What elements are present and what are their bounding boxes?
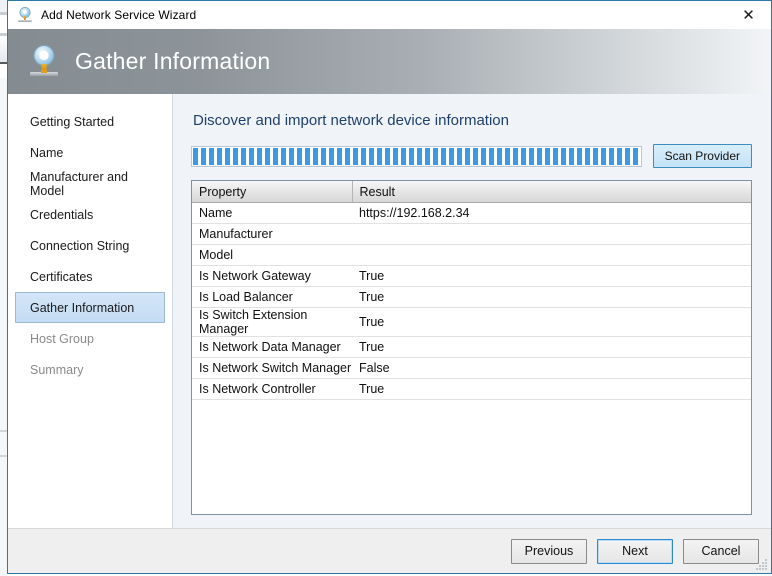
cancel-button[interactable]: Cancel: [683, 538, 759, 564]
sidebar-item-label: Gather Information: [30, 300, 135, 315]
scan-provider-button[interactable]: Scan Provider: [652, 144, 752, 168]
table-empty-area: [192, 400, 751, 514]
network-service-icon: [17, 7, 33, 23]
sidebar-item-name[interactable]: Name: [15, 137, 165, 168]
next-button[interactable]: Next: [597, 538, 673, 564]
sidebar-item-summary: Summary: [15, 354, 165, 385]
sidebar-item-host-group: Host Group: [15, 323, 165, 354]
results-grid-body: Name https://192.168.2.34 Manufacturer M…: [192, 202, 751, 400]
table-row[interactable]: Manufacturer: [192, 223, 751, 245]
sidebar-item-label: Certificates: [30, 269, 93, 284]
wizard-header-banner: Gather Information: [8, 29, 771, 94]
column-header-result[interactable]: Result: [352, 181, 751, 203]
previous-button[interactable]: Previous: [511, 538, 587, 564]
background-strip: [0, 36, 7, 62]
cell-property: Manufacturer: [192, 223, 352, 245]
cell-result: [352, 244, 751, 266]
sidebar-item-certificates[interactable]: Certificates: [15, 261, 165, 292]
cell-property: Name: [192, 202, 352, 224]
background-window: [0, 0, 7, 576]
scan-progress-bar: [191, 145, 642, 167]
sidebar-item-label: Summary: [30, 362, 84, 377]
sidebar-item-label: Connection String: [30, 238, 130, 253]
cell-property: Is Network Controller: [192, 378, 352, 400]
resize-grip-icon[interactable]: [756, 559, 768, 571]
page-title: Gather Information: [75, 48, 271, 74]
table-row[interactable]: Name https://192.168.2.34: [192, 202, 751, 224]
discovery-results-table: Property Result Name https://192.168.2.3…: [191, 180, 752, 515]
sidebar-item-label: Host Group: [30, 331, 94, 346]
background-strip: [0, 455, 7, 457]
table-row[interactable]: Is Load Balancer True: [192, 286, 751, 308]
table-row[interactable]: Is Network Gateway True: [192, 265, 751, 287]
cell-property: Is Network Gateway: [192, 265, 352, 287]
wizard-steps-sidebar: Getting Started Name Manufacturer and Mo…: [8, 94, 173, 528]
table-row[interactable]: Model: [192, 244, 751, 266]
background-strip: [0, 15, 7, 33]
wizard-body: Getting Started Name Manufacturer and Mo…: [8, 94, 771, 528]
background-strip: [0, 430, 7, 432]
sidebar-item-gather-information[interactable]: Gather Information: [15, 292, 165, 323]
column-header-property[interactable]: Property: [192, 181, 353, 203]
sidebar-item-getting-started[interactable]: Getting Started: [15, 106, 165, 137]
network-service-icon: [27, 45, 61, 79]
window-title: Add Network Service Wizard: [41, 8, 197, 22]
cell-result: True: [352, 307, 751, 337]
background-strip: [0, 78, 7, 576]
table-header-row: Property Result: [192, 181, 751, 203]
cell-property: Is Network Switch Manager: [192, 357, 352, 379]
sidebar-item-label: Credentials: [30, 207, 94, 222]
wizard-footer: Previous Next Cancel: [8, 528, 771, 573]
sidebar-item-label: Name: [30, 145, 64, 160]
sidebar-item-manufacturer-and-model[interactable]: Manufacturer and Model: [15, 168, 165, 199]
cell-property: Is Load Balancer: [192, 286, 352, 308]
close-icon[interactable]: ✕: [726, 1, 771, 29]
cell-property: Is Switch Extension Manager: [192, 307, 352, 337]
cell-result: False: [352, 357, 751, 379]
cell-result: True: [352, 265, 751, 287]
title-bar: Add Network Service Wizard ✕: [8, 1, 771, 29]
cell-result: https://192.168.2.34: [352, 202, 751, 224]
content-heading: Discover and import network device infor…: [193, 112, 509, 129]
cell-result: True: [352, 378, 751, 400]
scan-progress-row: Scan Provider: [191, 144, 752, 168]
table-row[interactable]: Is Network Switch Manager False: [192, 357, 751, 379]
cell-result: True: [352, 286, 751, 308]
results-grid: Property Result Name https://192.168.2.3…: [192, 181, 751, 400]
sidebar-item-connection-string[interactable]: Connection String: [15, 230, 165, 261]
background-strip: [0, 0, 7, 12]
wizard-content-pane: Discover and import network device infor…: [173, 94, 771, 528]
cell-result: True: [352, 336, 751, 358]
progress-bar-fill: [193, 147, 640, 165]
sidebar-item-label: Getting Started: [30, 114, 115, 129]
background-strip: [0, 64, 7, 78]
table-row[interactable]: Is Switch Extension Manager True: [192, 307, 751, 337]
cell-result: [352, 223, 751, 245]
table-row[interactable]: Is Network Data Manager True: [192, 336, 751, 358]
sidebar-item-label: Manufacturer and Model: [30, 169, 128, 198]
table-row[interactable]: Is Network Controller True: [192, 378, 751, 400]
cell-property: Is Network Data Manager: [192, 336, 352, 358]
add-network-service-wizard-window: Add Network Service Wizard ✕ Gather Info…: [7, 0, 772, 574]
cell-property: Model: [192, 244, 352, 266]
sidebar-item-credentials[interactable]: Credentials: [15, 199, 165, 230]
